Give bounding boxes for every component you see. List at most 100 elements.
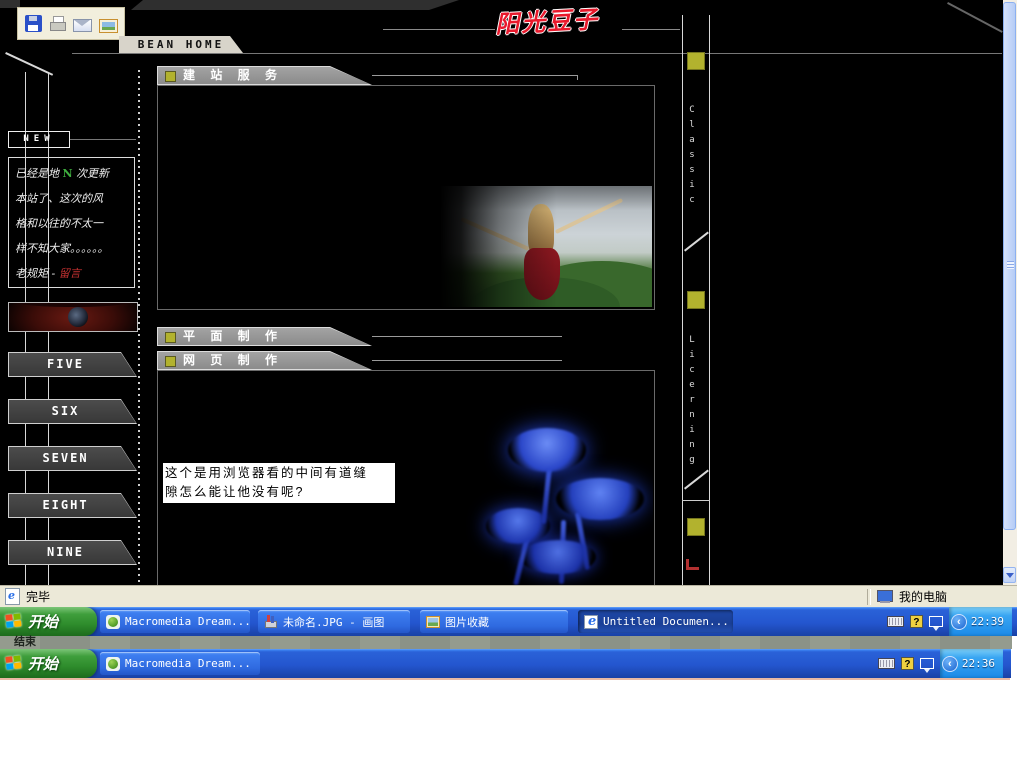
eye-banner[interactable]	[8, 302, 138, 332]
dreamweaver-icon	[106, 657, 120, 671]
section-bullet-icon	[165, 356, 176, 367]
site-logo: 阳光豆子	[494, 0, 636, 41]
notice-line-4: 样不知大家。。。。。。	[15, 236, 134, 261]
print-icon[interactable]	[49, 15, 66, 32]
windows-logo-icon	[5, 613, 23, 630]
save-icon[interactable]	[25, 15, 42, 32]
ime-help-icon[interactable]: ?	[901, 657, 914, 670]
scrollbar-thumb[interactable]	[1003, 2, 1016, 530]
section-bullet-icon	[165, 71, 176, 82]
ie-page-icon	[5, 588, 20, 605]
task-button-pictures[interactable]: 图片收藏	[420, 610, 568, 633]
section-title: 建 站 服 务	[183, 66, 283, 85]
section-bullet-icon	[165, 332, 176, 343]
section-header-graphic: 平 面 制 作	[157, 327, 372, 346]
scrollbar-down-button[interactable]	[1003, 567, 1016, 583]
webpage: 阳光豆子 BEAN HOME NEW 已经是地 N 次更新 本站了、这次的风 格…	[0, 0, 1003, 585]
new-badge: NEW	[8, 131, 70, 148]
new-badge-line	[70, 139, 136, 140]
notice-line-5: 老规矩 - 留言	[15, 261, 134, 286]
section-tail-line	[372, 336, 562, 337]
window-icon[interactable]	[929, 616, 943, 627]
menu-button-nine[interactable]: NINE	[8, 540, 137, 565]
fragment-strip: 结束	[0, 636, 1012, 649]
top-right-diagonal	[947, 2, 1003, 33]
task-label: 未命名.JPG - 画图	[283, 614, 384, 630]
ime-help-icon[interactable]: ?	[910, 615, 923, 628]
start-button-outer[interactable]: 开始	[0, 649, 97, 678]
notice-n-highlight: N	[63, 167, 73, 180]
status-zone: 我的电脑	[899, 588, 947, 605]
seam-note: 这个是用浏览器看的中间有道缝 隙怎么能让他没有呢?	[163, 463, 395, 503]
image-viewer-icon[interactable]	[99, 19, 118, 33]
mushroom-cap	[508, 428, 586, 472]
collapse-icon[interactable]: ‹	[951, 614, 967, 630]
seam-note-line-2: 隙怎么能让他没有呢?	[165, 483, 393, 502]
rail-square-top	[687, 52, 705, 70]
start-label: 开始	[28, 611, 58, 632]
keyboard-icon[interactable]	[887, 616, 904, 627]
tray-clock-panel: ‹ 22:36	[940, 649, 1003, 678]
mushroom-cap	[520, 540, 596, 574]
rail-diagonal-1	[684, 232, 709, 252]
notice-box: 已经是地 N 次更新 本站了、这次的风 格和以往的不太一 样不知大家。。。。。。…	[8, 157, 135, 288]
notice-line-2: 本站了、这次的风	[15, 186, 134, 211]
notice-line-1: 已经是地 N 次更新	[15, 161, 134, 186]
menu-label: SEVEN	[8, 446, 137, 471]
guestbook-link[interactable]: 留言	[59, 267, 81, 280]
sidebar-diagonal	[5, 52, 53, 76]
keyboard-icon[interactable]	[878, 658, 895, 669]
paint-icon	[264, 615, 278, 629]
system-tray: ? ‹ 22:39	[887, 607, 1012, 636]
clock: 22:36	[962, 657, 995, 670]
window-icon[interactable]	[920, 658, 934, 669]
collapse-icon[interactable]: ‹	[942, 656, 958, 672]
section-tail-line	[372, 75, 577, 76]
windows-logo-icon	[5, 655, 23, 672]
rail-label-classic: Classic	[687, 105, 697, 230]
section-tail-line	[372, 360, 562, 361]
mushroom-cap	[556, 478, 644, 520]
task-button-dreamweaver[interactable]: Macromedia Dream...	[100, 610, 250, 633]
rail-square-bottom	[687, 518, 705, 536]
menu-label: NINE	[8, 540, 137, 565]
task-label: Untitled Documen...	[603, 615, 729, 628]
seam-note-line-1: 这个是用浏览器看的中间有道缝	[165, 464, 393, 483]
vertical-scrollbar[interactable]	[1003, 0, 1017, 585]
task-label: Macromedia Dream...	[125, 657, 251, 670]
task-button-untitled-document[interactable]: Untitled Documen...	[578, 610, 733, 633]
menu-button-eight[interactable]: EIGHT	[8, 493, 137, 518]
status-bar: 完毕 我的电脑	[0, 585, 1017, 607]
task-button-paint[interactable]: 未命名.JPG - 画图	[258, 610, 410, 633]
mail-icon[interactable]	[73, 19, 92, 32]
top-band-center	[131, 0, 459, 10]
menu-button-five[interactable]: FIVE	[8, 352, 137, 377]
dreamweaver-icon	[106, 615, 120, 629]
task-button-dreamweaver-outer[interactable]: Macromedia Dream...	[100, 652, 260, 675]
sidebar-dotted-divider	[138, 70, 140, 585]
clock: 22:39	[971, 615, 1004, 628]
start-button[interactable]: 开始	[0, 607, 97, 636]
status-text: 完毕	[26, 588, 50, 605]
fragment-text: 结束	[14, 636, 36, 648]
section-header-webdesign: 网 页 制 作	[157, 351, 372, 370]
taskbar-inner: 开始 Macromedia Dream... 未命名.JPG - 画图 图片收藏…	[0, 607, 1017, 636]
rail-hline	[682, 500, 710, 501]
tray-clock-panel: ‹ 22:39	[949, 607, 1012, 636]
section-title: 平 面 制 作	[183, 327, 283, 346]
rail-red-corner	[686, 559, 699, 570]
eye-lid	[9, 302, 137, 307]
capture-edge-artifact	[0, 678, 1010, 680]
logo-line-left	[383, 29, 495, 30]
task-label: 图片收藏	[445, 614, 489, 630]
pictures-icon	[426, 616, 440, 628]
menu-button-seven[interactable]: SEVEN	[8, 446, 137, 471]
girl-photo	[440, 186, 652, 307]
menu-button-six[interactable]: SIX	[8, 399, 137, 424]
section-tail-tick	[577, 75, 578, 80]
tab-bean-home[interactable]: BEAN HOME	[119, 36, 243, 53]
menu-label: SIX	[8, 399, 137, 424]
scrollbar-grip	[1007, 261, 1014, 269]
system-tray-outer: ? ‹ 22:36	[878, 649, 1003, 678]
section-title: 网 页 制 作	[183, 351, 283, 370]
